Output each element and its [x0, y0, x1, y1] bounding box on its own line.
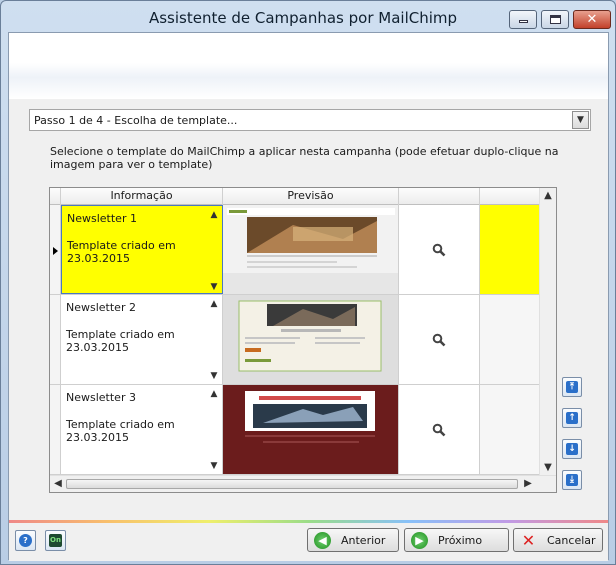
- extra-cell: [480, 385, 540, 474]
- title-bar[interactable]: Assistente de Campanhas por MailChimp ✕: [1, 1, 615, 33]
- cancel-icon: ✕: [521, 531, 536, 550]
- extra-cell: [480, 295, 540, 384]
- preview-thumbnail-1: [223, 205, 398, 294]
- template-grid[interactable]: Informação Previsão Newsletter 1 Templat…: [49, 187, 557, 493]
- magnifier-icon[interactable]: [432, 333, 446, 347]
- table-row[interactable]: Newsletter 2 Template criado em 23.03.20…: [50, 295, 540, 385]
- maximize-button[interactable]: [541, 10, 569, 29]
- template-name: Newsletter 1: [67, 212, 137, 225]
- table-row[interactable]: Newsletter 1 Template criado em 23.03.20…: [50, 205, 540, 295]
- template-preview-image[interactable]: [223, 295, 399, 384]
- preview-thumbnail-2: [223, 295, 398, 384]
- move-down-button[interactable]: ↓: [562, 439, 582, 459]
- grid-header: Informação Previsão: [50, 188, 540, 205]
- previous-label: Anterior: [341, 534, 386, 547]
- grid-horizontal-scrollbar[interactable]: ◀ ▶: [50, 475, 556, 492]
- column-header-preview[interactable]: Previsão: [223, 188, 399, 205]
- move-up-icon: ↑: [566, 412, 578, 424]
- move-up-button[interactable]: ↑: [562, 408, 582, 428]
- header-banner: [9, 33, 608, 99]
- cell-scrollbar[interactable]: ▲ ▼: [208, 210, 220, 292]
- previous-button[interactable]: ◀ Anterior: [307, 528, 399, 552]
- arrow-left-icon: ◀: [314, 532, 331, 549]
- view-cell[interactable]: [399, 385, 480, 474]
- minimize-icon: [519, 20, 528, 23]
- view-cell[interactable]: [399, 205, 480, 294]
- move-top-icon: ⤒: [566, 381, 578, 393]
- move-top-button[interactable]: ⤒: [562, 377, 582, 397]
- cancel-label: Cancelar: [547, 534, 596, 547]
- help-button[interactable]: ?: [15, 530, 36, 551]
- step-select[interactable]: Passo 1 de 4 - Escolha de template... ▼: [29, 109, 591, 131]
- magnifier-icon[interactable]: [432, 243, 446, 257]
- chevron-right-icon[interactable]: ▶: [520, 476, 536, 492]
- close-button[interactable]: ✕: [573, 10, 611, 29]
- template-name: Newsletter 2: [66, 301, 136, 314]
- extra-cell: [480, 205, 540, 294]
- cancel-button[interactable]: ✕ Cancelar: [513, 528, 603, 552]
- instructions-text: Selecione o template do MailChimp a apli…: [50, 145, 559, 171]
- template-description: Template criado em 23.03.2015: [66, 328, 175, 354]
- info-cell[interactable]: Newsletter 1 Template criado em 23.03.20…: [61, 205, 223, 294]
- table-row[interactable]: Newsletter 3 Template criado em 23.03.20…: [50, 385, 540, 475]
- row-indicator: [50, 385, 61, 474]
- row-indicator: [50, 295, 61, 384]
- chevron-down-icon[interactable]: ▼: [572, 111, 589, 129]
- close-icon: ✕: [586, 12, 598, 27]
- column-header-info[interactable]: Informação: [61, 188, 223, 205]
- grid-vertical-scrollbar[interactable]: ▲ ▼: [539, 188, 556, 476]
- template-preview-image[interactable]: [223, 205, 399, 294]
- row-indicator-header: [50, 188, 61, 205]
- next-label: Próximo: [438, 534, 483, 547]
- preview-thumbnail-3: [223, 385, 398, 474]
- magnifier-icon[interactable]: [432, 423, 446, 437]
- info-cell[interactable]: Newsletter 3 Template criado em 23.03.20…: [61, 385, 223, 474]
- chevron-down-icon[interactable]: ▼: [208, 461, 220, 471]
- view-cell[interactable]: [399, 295, 480, 384]
- template-description: Template criado em 23.03.2015: [67, 239, 176, 265]
- maximize-icon: [550, 15, 561, 24]
- chevron-down-icon[interactable]: ▼: [208, 371, 220, 381]
- chevron-down-icon[interactable]: ▼: [208, 282, 220, 292]
- column-header-extra: [480, 188, 540, 205]
- wizard-body: Passo 1 de 4 - Escolha de template... ▼ …: [8, 32, 609, 561]
- template-preview-image[interactable]: [223, 385, 399, 474]
- arrow-right-icon: ▶: [411, 532, 428, 549]
- move-bottom-icon: ⤓: [566, 474, 578, 486]
- move-down-icon: ↓: [566, 443, 578, 455]
- wizard-window: Assistente de Campanhas por MailChimp ✕ …: [0, 0, 616, 565]
- footer-bar: ? On ◀ Anterior ▶ Próximo ✕ Cancelar: [9, 523, 608, 561]
- row-indicator: [50, 205, 61, 294]
- minimize-button[interactable]: [509, 10, 537, 29]
- chevron-left-icon[interactable]: ◀: [50, 476, 66, 492]
- scrollbar-thumb[interactable]: [66, 479, 518, 489]
- current-row-icon: [53, 247, 58, 255]
- chevron-down-icon[interactable]: ▼: [540, 460, 556, 476]
- window-title: Assistente de Campanhas por MailChimp: [148, 9, 458, 27]
- info-cell[interactable]: Newsletter 2 Template criado em 23.03.20…: [61, 295, 223, 384]
- chevron-up-icon[interactable]: ▲: [540, 188, 556, 204]
- column-header-view: [399, 188, 480, 205]
- chevron-up-icon[interactable]: ▲: [208, 210, 220, 220]
- cell-scrollbar[interactable]: ▲ ▼: [208, 299, 220, 381]
- step-select-value: Passo 1 de 4 - Escolha de template...: [34, 114, 238, 127]
- help-icon: ?: [19, 534, 32, 547]
- move-bottom-button[interactable]: ⤓: [562, 470, 582, 490]
- template-name: Newsletter 3: [66, 391, 136, 404]
- online-icon: On: [49, 534, 62, 547]
- chevron-up-icon[interactable]: ▲: [208, 389, 220, 399]
- cell-scrollbar[interactable]: ▲ ▼: [208, 389, 220, 471]
- next-button[interactable]: ▶ Próximo: [404, 528, 509, 552]
- template-description: Template criado em 23.03.2015: [66, 418, 175, 444]
- chevron-up-icon[interactable]: ▲: [208, 299, 220, 309]
- online-button[interactable]: On: [45, 530, 66, 551]
